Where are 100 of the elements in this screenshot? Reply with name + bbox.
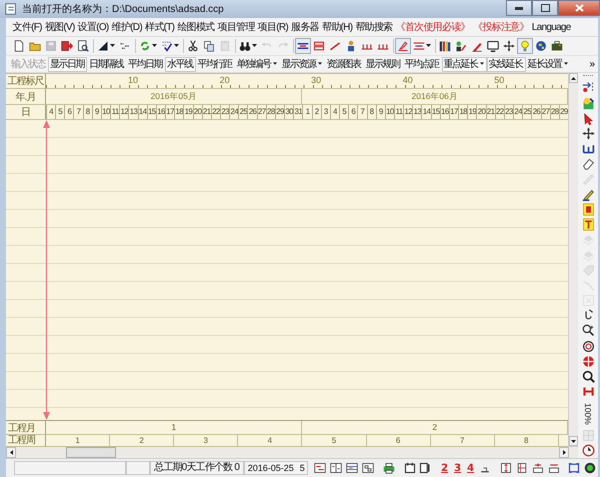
arrows-dots-icon — [582, 81, 594, 94]
table-view-button[interactable] — [345, 460, 360, 476]
menu-item[interactable]: 帮助(H) — [320, 20, 354, 34]
refresh-icon — [139, 40, 151, 52]
day-cell: 19 — [183, 105, 193, 119]
rows-button[interactable] — [530, 460, 545, 476]
menu-item[interactable]: 样式(T) — [143, 20, 176, 34]
menu-item[interactable]: 绘图模式 — [176, 20, 216, 34]
menu-item[interactable]: 设置(O) — [76, 20, 110, 34]
project-week-cell: 8 — [494, 435, 559, 446]
menu-item[interactable]: 《首次使用必读》 — [394, 20, 472, 34]
format-toggle-button[interactable]: 重点延长 — [442, 56, 486, 72]
day-cell: 23 — [504, 105, 514, 119]
export-button[interactable] — [59, 38, 75, 54]
books-icon — [439, 40, 451, 52]
lines-icon — [413, 40, 425, 52]
menu-item[interactable]: 项目(R) — [256, 20, 290, 34]
caret-icon[interactable] — [480, 62, 484, 66]
minimize-button[interactable] — [506, 0, 532, 16]
menu-item[interactable]: 服务器 — [290, 20, 320, 34]
caret-icon[interactable] — [564, 62, 568, 66]
day-cell: 11 — [394, 105, 404, 119]
columns-view-button[interactable] — [329, 460, 344, 476]
day-cell: 7 — [357, 105, 367, 119]
status-circle-button[interactable] — [583, 460, 598, 476]
frame-button[interactable] — [402, 460, 416, 476]
figure-icon — [345, 40, 357, 52]
format-toggle-button[interactable]: 显示日期 — [48, 56, 87, 72]
menu-item[interactable]: 帮助搜索 — [354, 20, 394, 34]
format-toggle-button[interactable]: 资源图表 — [324, 56, 364, 72]
scroll-right-button[interactable] — [559, 447, 569, 458]
menu-item[interactable]: 文件(F) — [11, 20, 44, 34]
format-toggle-button[interactable]: 显示资源 — [280, 56, 324, 72]
bars-button[interactable] — [295, 38, 311, 54]
format-toggle-button[interactable]: 延长设置 — [526, 56, 570, 72]
caret-icon[interactable] — [152, 44, 157, 48]
network-view-button[interactable] — [361, 460, 376, 476]
level-button[interactable]: 2 — [438, 462, 452, 474]
format-toggle-button[interactable]: 平均日期 — [126, 56, 165, 72]
close-button[interactable] — [558, 0, 600, 16]
format-toggle-button[interactable]: 平均点距 — [402, 56, 442, 72]
level-button[interactable]: 4 — [464, 462, 478, 474]
rows-icon — [532, 462, 544, 474]
clock-tool[interactable] — [580, 444, 596, 458]
zoom-in-tool[interactable] — [580, 324, 596, 338]
globe-button[interactable] — [533, 38, 549, 54]
window-title: 当前打开的名称为：D:\Documents\adsad.ccp — [22, 2, 225, 16]
magnifier-page-button[interactable] — [75, 38, 91, 54]
split-rows-button[interactable] — [498, 460, 513, 476]
toolbar-overflow-button[interactable]: » — [589, 58, 598, 70]
caret-icon[interactable] — [318, 62, 322, 66]
bracket-icon — [582, 385, 594, 398]
maximize-button[interactable] — [532, 0, 558, 16]
project-week-cell: 6 — [366, 435, 431, 446]
format-toggle-button[interactable]: 单独编号 — [234, 56, 280, 72]
caret-icon[interactable] — [272, 62, 276, 66]
caret-icon[interactable] — [110, 44, 115, 48]
format-toggle-button[interactable]: 日期隔线 — [87, 56, 126, 72]
rows-icon — [548, 462, 560, 474]
menu-item[interactable]: 项目管理 — [216, 20, 256, 34]
format-toggle-button[interactable]: 显示规则 — [364, 56, 402, 72]
day-cell: 30 — [284, 105, 294, 119]
menu-item[interactable]: Language — [530, 22, 572, 32]
copy-button[interactable] — [201, 38, 217, 54]
scroll-left-button[interactable] — [6, 447, 16, 458]
chart-view-button[interactable] — [313, 460, 328, 476]
scroll-up-button[interactable] — [569, 73, 578, 83]
menu-item[interactable]: 视图(V) — [43, 20, 76, 34]
note-icon — [582, 202, 594, 216]
day-cell: 18 — [458, 105, 468, 119]
menu-item[interactable]: 《投标注意》 — [471, 20, 530, 34]
caret-icon[interactable] — [426, 44, 431, 48]
eraser-icon — [582, 157, 594, 170]
monitor-icon — [487, 40, 499, 52]
format-toggle-button[interactable]: 水平线 — [165, 56, 196, 72]
format-toggle-button[interactable]: 平均行距 — [196, 56, 234, 72]
right-arrow-icon — [562, 450, 566, 455]
project-week-cell: 7 — [430, 435, 495, 446]
level-button[interactable]: 3 — [451, 462, 464, 474]
day-cell: 29 — [274, 105, 284, 119]
selection-frame-button[interactable] — [567, 460, 582, 476]
day-cell: 21 — [486, 105, 495, 119]
binoculars-icon — [239, 40, 251, 52]
pen-chart-button[interactable] — [395, 38, 411, 54]
frame-button[interactable] — [418, 460, 432, 476]
caret-icon[interactable] — [252, 44, 257, 48]
scroll-down-button[interactable] — [569, 436, 578, 446]
day-cell: 15 — [430, 105, 440, 119]
day-cell: 26 — [531, 105, 541, 119]
day-cell: 6 — [64, 105, 74, 119]
monitor-button[interactable] — [485, 38, 501, 54]
menu-item[interactable]: 维护(D) — [110, 20, 144, 34]
pen-chart-icon — [397, 40, 409, 52]
row-header: 日 — [6, 105, 46, 119]
printer-button[interactable] — [382, 460, 396, 476]
format-toggle-button[interactable]: 实线延长 — [486, 56, 526, 72]
ruler-label: 30 — [310, 74, 322, 87]
scrollbar-thumb[interactable] — [66, 447, 116, 458]
move-button[interactable] — [501, 38, 517, 54]
caret-icon[interactable] — [174, 44, 179, 48]
